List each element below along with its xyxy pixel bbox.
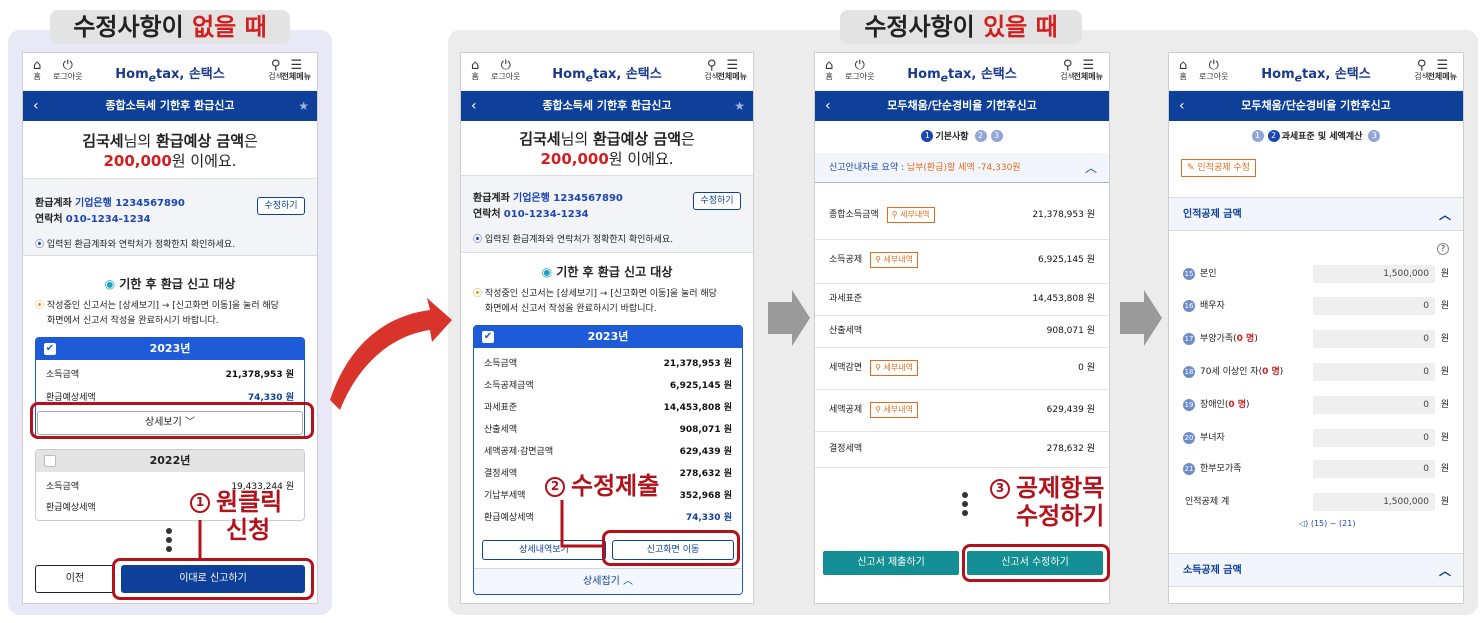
more-dots-icon bbox=[962, 492, 968, 519]
step-badge-2: 2 bbox=[545, 477, 565, 497]
step-badge-3: 3 bbox=[990, 479, 1010, 499]
flow-arrow-gray-2 bbox=[1120, 290, 1162, 346]
step-badge-1: 1 bbox=[190, 493, 210, 513]
annotation-1-line1: 원클릭 bbox=[216, 488, 283, 516]
flow-arrow-red bbox=[330, 298, 452, 410]
annotation-one-click: 1 원클릭 신청 bbox=[190, 488, 310, 544]
flow-arrow-gray-1 bbox=[768, 290, 810, 346]
annotation-2-text: 수정제출 bbox=[571, 472, 660, 500]
more-dots-icon bbox=[166, 528, 172, 555]
annotation-3-line2: 수정하기 bbox=[1016, 502, 1105, 530]
connector-line-2 bbox=[560, 500, 602, 548]
annotation-edit-deductions: 3 공제항목 수정하기 bbox=[990, 474, 1120, 530]
annotation-3-line1: 공제항목 bbox=[1016, 474, 1105, 502]
annotation-edit-submit: 2 수정제출 bbox=[545, 472, 685, 500]
annotation-1-line2: 신청 bbox=[226, 516, 271, 544]
